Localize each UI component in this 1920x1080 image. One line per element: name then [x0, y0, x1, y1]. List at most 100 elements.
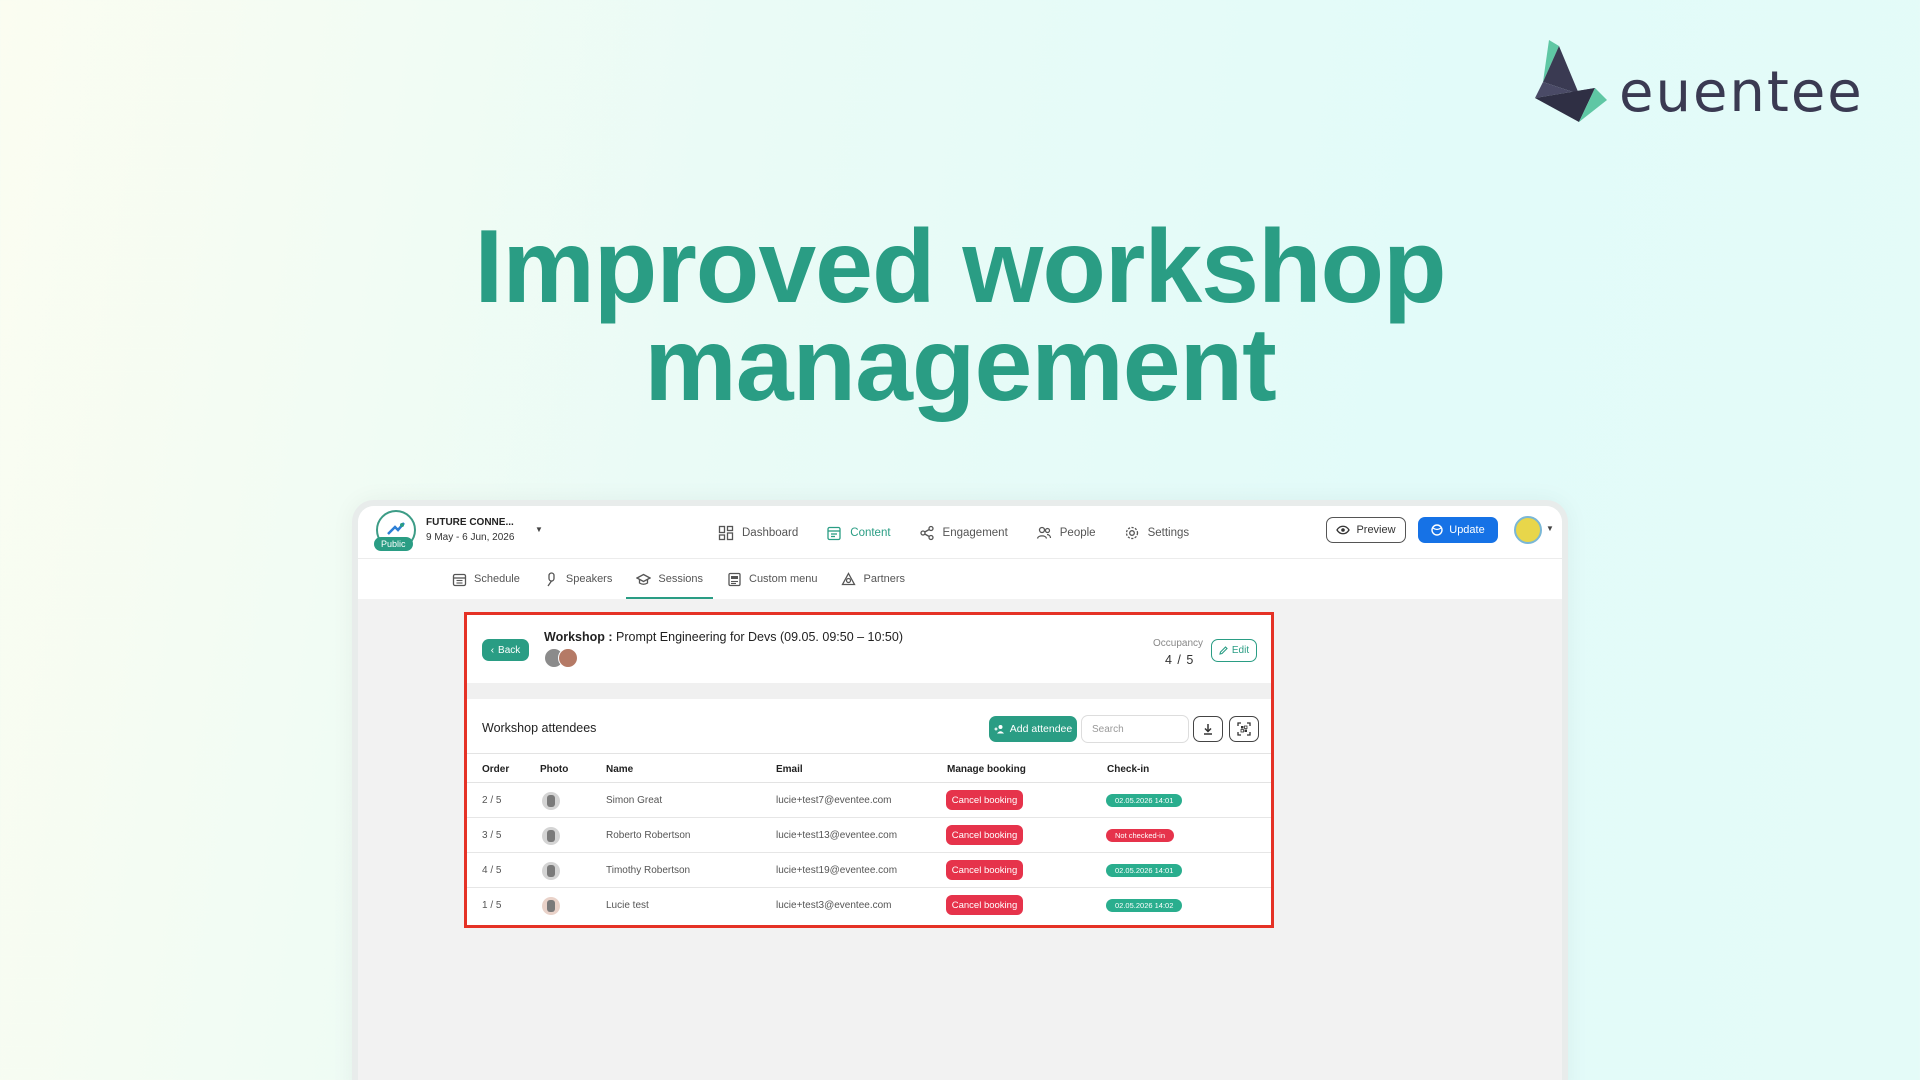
add-attendee-button[interactable]: Add attendee	[989, 716, 1077, 742]
attendees-title: Workshop attendees	[482, 721, 597, 735]
page-headline: Improved workshop management	[0, 215, 1920, 423]
column-check-in: Check-in	[1107, 764, 1150, 775]
workshop-title-label: Workshop :	[544, 630, 613, 644]
nav-engagement-label: Engagement	[942, 526, 1008, 539]
user-menu-caret-icon[interactable]: ▼	[1546, 524, 1554, 533]
workshop-management-panel: ‹ Back Workshop : Prompt Engineering for…	[464, 612, 1274, 928]
check-in-badge[interactable]: 02.05.2026 14:01	[1106, 794, 1183, 807]
nav-people[interactable]: People	[1036, 525, 1096, 541]
section-divider	[467, 683, 1271, 699]
event-selector[interactable]: FUTURE CONNE... 9 May - 6 Jun, 2026	[426, 517, 514, 543]
nav-settings-label: Settings	[1147, 526, 1190, 539]
cancel-booking-button[interactable]: Cancel booking	[946, 860, 1023, 880]
subnav-schedule[interactable]: Schedule	[452, 559, 520, 599]
attendee-photo	[542, 862, 560, 880]
microphone-icon	[547, 571, 555, 586]
update-button[interactable]: Update	[1418, 517, 1498, 543]
subnav-sessions[interactable]: Sessions	[626, 559, 713, 599]
event-dropdown-caret-icon[interactable]: ▼	[535, 525, 543, 534]
subnav-custom-menu[interactable]: Custom menu	[727, 559, 817, 599]
search-input[interactable]	[1081, 715, 1189, 743]
column-name: Name	[606, 764, 634, 775]
content-subnav: Schedule Speakers Sessions Custom menu P…	[358, 559, 1562, 599]
row-name: Roberto Robertson	[606, 830, 691, 841]
eventee-logo: euentee	[1535, 40, 1862, 135]
subnav-speakers[interactable]: Speakers	[544, 559, 612, 599]
workshop-title-value: Prompt Engineering for Devs (09.05. 09:5…	[616, 630, 903, 644]
column-email: Email	[776, 764, 803, 775]
nav-settings[interactable]: Settings	[1124, 525, 1190, 541]
row-email: lucie+test7@eventee.com	[776, 795, 892, 806]
preview-button-label: Preview	[1356, 524, 1396, 536]
speaker-avatars	[544, 648, 578, 668]
occupancy-value: 4 / 5	[1165, 653, 1195, 667]
nav-people-label: People	[1059, 526, 1096, 539]
row-email: lucie+test13@eventee.com	[776, 830, 898, 841]
subnav-partners[interactable]: Partners	[841, 559, 905, 599]
nav-dashboard[interactable]: Dashboard	[718, 525, 798, 541]
app-window: Public FUTURE CONNE... 9 May - 6 Jun, 20…	[352, 500, 1568, 1080]
column-photo: Photo	[540, 764, 569, 775]
cancel-booking-button[interactable]: Cancel booking	[946, 895, 1023, 915]
attendees-table-header: Order Photo Name Email Manage booking Ch…	[467, 753, 1271, 783]
row-order: 1 / 5	[482, 900, 502, 911]
check-in-badge[interactable]: 02.05.2026 14:01	[1106, 864, 1183, 877]
edit-button[interactable]: Edit	[1211, 639, 1257, 662]
workshop-title: Workshop : Prompt Engineering for Devs (…	[544, 630, 903, 644]
top-navigation-bar: Public FUTURE CONNE... 9 May - 6 Jun, 20…	[358, 506, 1562, 559]
download-button[interactable]	[1193, 716, 1223, 742]
column-manage-booking: Manage booking	[947, 764, 1026, 775]
headline-line-2: management	[644, 307, 1277, 423]
attendee-photo	[542, 897, 560, 915]
qr-scan-icon	[1237, 722, 1251, 736]
calendar-icon	[452, 573, 467, 586]
chevron-left-icon: ‹	[490, 644, 495, 656]
subnav-custom-menu-label: Custom menu	[749, 573, 818, 585]
nav-content[interactable]: Content	[826, 525, 891, 541]
check-in-badge[interactable]: Not checked-in	[1106, 829, 1175, 842]
cancel-booking-button[interactable]: Cancel booking	[946, 825, 1023, 845]
row-order: 2 / 5	[482, 795, 502, 806]
row-email: lucie+test19@eventee.com	[776, 865, 898, 876]
back-button-label: Back	[498, 644, 521, 656]
share-icon	[919, 525, 934, 540]
nav-dashboard-label: Dashboard	[742, 526, 799, 539]
row-name: Timothy Robertson	[606, 865, 691, 876]
cancel-booking-button[interactable]: Cancel booking	[946, 790, 1023, 810]
occupancy-label: Occupancy	[1153, 638, 1204, 649]
subnav-sessions-label: Sessions	[658, 573, 703, 585]
check-in-badge[interactable]: 02.05.2026 14:02	[1106, 899, 1183, 912]
column-order: Order	[482, 764, 510, 775]
event-name: FUTURE CONNE...	[426, 517, 514, 528]
row-name: Lucie test	[606, 900, 649, 911]
event-dates: 9 May - 6 Jun, 2026	[426, 532, 515, 543]
event-avatar[interactable]: Public	[374, 510, 418, 552]
back-button[interactable]: ‹ Back	[482, 639, 529, 661]
workshop-header: ‹ Back Workshop : Prompt Engineering for…	[467, 615, 1271, 683]
nav-engagement[interactable]: Engagement	[919, 525, 1008, 541]
row-name: Simon Great	[606, 795, 663, 806]
main-nav: Dashboard Content Engagement People Sett…	[718, 506, 1189, 559]
download-icon	[1204, 724, 1212, 735]
qr-scan-button[interactable]	[1229, 716, 1259, 742]
row-order: 4 / 5	[482, 865, 502, 876]
table-row: 4 / 5 Timothy Robertson lucie+test19@eve…	[467, 853, 1271, 888]
subnav-partners-label: Partners	[863, 573, 906, 585]
table-row: 3 / 5 Roberto Robertson lucie+test13@eve…	[467, 818, 1271, 853]
partners-icon	[841, 571, 857, 585]
row-email: lucie+test3@eventee.com	[776, 900, 892, 911]
subnav-speakers-label: Speakers	[565, 573, 613, 585]
event-status-badge: Public	[374, 537, 413, 551]
gear-icon	[1125, 526, 1138, 539]
document-icon	[728, 572, 741, 586]
speaker-avatar[interactable]	[558, 648, 578, 668]
user-avatar[interactable]	[1514, 516, 1542, 544]
add-user-icon	[994, 725, 1004, 734]
table-row: 2 / 5 Simon Great lucie+test7@eventee.co…	[467, 783, 1271, 818]
eventee-wordmark: euentee	[1619, 60, 1864, 125]
nav-content-label: Content	[850, 526, 891, 539]
subnav-schedule-label: Schedule	[474, 573, 520, 585]
preview-button[interactable]: Preview	[1326, 517, 1406, 543]
people-icon	[1036, 526, 1051, 539]
globe-icon	[1431, 524, 1443, 536]
